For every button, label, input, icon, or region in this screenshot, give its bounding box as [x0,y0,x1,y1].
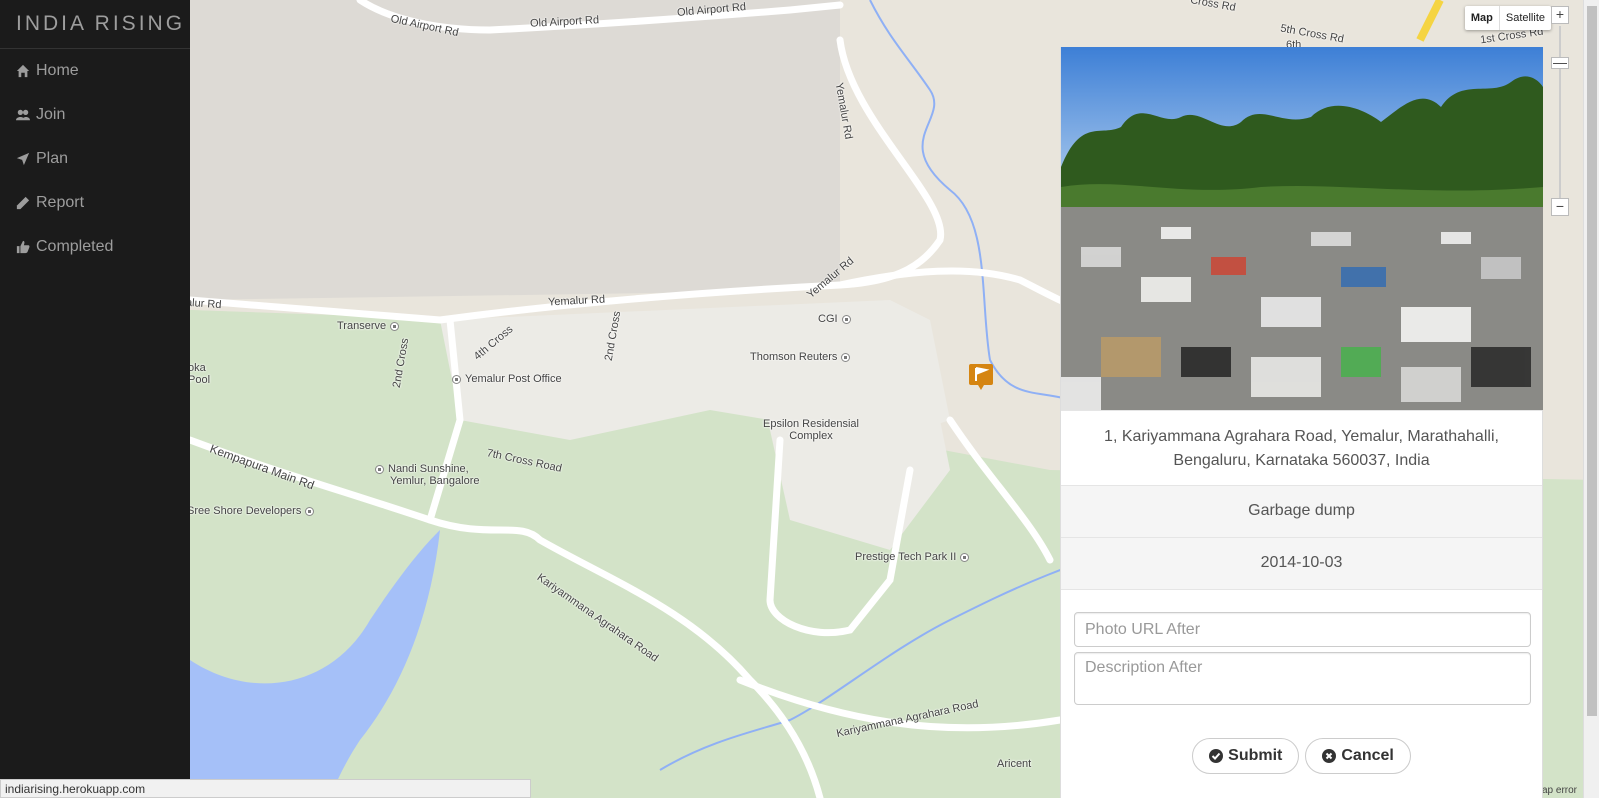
browser-status-bar: indiarising.herokuapp.com [0,779,531,798]
nav-item-home[interactable]: Home [0,49,190,93]
photo-url-after-input[interactable] [1074,612,1531,647]
map-poi-label: Nandi Sunshine, Yemlur, Bangalore [375,463,480,487]
nav-item-join[interactable]: Join [0,93,190,137]
nav-label: Completed [36,238,114,255]
report-category: Garbage dump [1061,485,1542,537]
nav-label: Report [36,194,85,211]
sidebar: INDIA RISING Home Join Plan Report Compl… [0,0,190,798]
nav-item-completed[interactable]: Completed [0,225,190,269]
check-circle-icon [1209,749,1224,763]
map-type-satellite-button[interactable]: Satellite [1500,6,1551,30]
nav-label: Join [36,106,66,123]
map-poi-label: Prestige Tech Park II [855,551,970,563]
submit-button[interactable]: Submit [1192,738,1300,774]
cancel-button[interactable]: Cancel [1305,738,1411,774]
map-road-label: alur Rd [190,296,222,312]
scrollbar-thumb[interactable] [1587,6,1597,716]
zoom-in-button[interactable]: + [1551,6,1569,24]
pencil-icon [16,195,34,211]
map-type-control: Map Satellite [1464,6,1551,30]
map-poi-label: Thomson Reuters [750,351,851,363]
report-address: 1, Kariyammana Agrahara Road, Yemalur, M… [1061,410,1542,485]
map-poi-label: CGI [818,313,851,325]
times-circle-icon [1322,749,1337,763]
zoom-out-button[interactable]: − [1551,198,1569,216]
map-poi-label: Yemalur Post Office [452,373,562,385]
nav-item-plan[interactable]: Plan [0,137,190,181]
map-error-label[interactable]: ap error [1542,785,1577,796]
map-type-map-button[interactable]: Map [1465,6,1500,30]
nav-item-report[interactable]: Report [0,181,190,225]
zoom-slider-handle[interactable]: — [1551,55,1569,69]
thumbs-up-icon [16,239,34,255]
users-icon [16,107,34,123]
home-icon [16,63,34,79]
map-poi-label: Aricent [997,758,1032,770]
brand-title[interactable]: INDIA RISING [0,0,190,49]
report-date: 2014-10-03 [1061,537,1542,589]
map-poi-label: oka Pool [190,362,211,386]
map-poi-label: Epsilon Residensial Complex [763,418,859,442]
description-after-input[interactable] [1074,652,1531,705]
map-poi-label: Sree Shore Developers [190,505,315,517]
nav-label: Home [36,62,79,79]
map-poi-label: Transerve [337,320,400,332]
page-scrollbar[interactable] [1583,0,1599,798]
zoom-slider-track[interactable] [1559,26,1561,206]
report-photo [1061,47,1543,410]
nav-label: Plan [36,150,69,167]
flag-marker-icon[interactable] [969,364,993,390]
completion-form: Submit Cancel [1061,589,1542,774]
report-detail-panel: 1, Kariyammana Agrahara Road, Yemalur, M… [1060,47,1543,798]
location-arrow-icon [16,151,34,167]
